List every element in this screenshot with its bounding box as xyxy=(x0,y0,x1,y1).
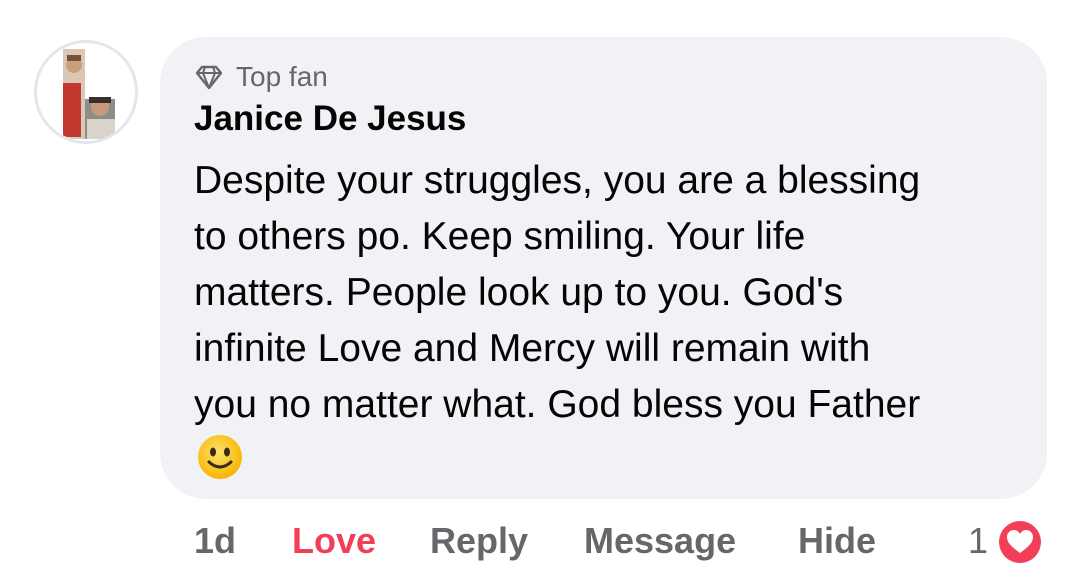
avatar-image xyxy=(37,43,135,141)
comment-text: Despite your struggles, you are a blessi… xyxy=(194,153,1034,433)
comment-line: you no matter what. God bless you Father xyxy=(194,383,921,426)
author-name[interactable]: Janice De Jesus xyxy=(194,99,466,139)
badge-label: Top fan xyxy=(236,61,328,92)
love-button[interactable]: Love xyxy=(292,520,376,562)
diamond-icon xyxy=(194,62,224,92)
top-fan-badge[interactable]: Top fan xyxy=(194,59,328,95)
avatar[interactable] xyxy=(34,40,138,144)
comment-line: Despite your struggles, you are a blessi… xyxy=(194,159,921,202)
comment-actions: 1d Love Reply Message Hide 1 xyxy=(0,516,1080,566)
hide-button[interactable]: Hide xyxy=(798,520,876,562)
comment-bubble: Top fan Janice De Jesus Despite your str… xyxy=(160,37,1047,499)
message-button[interactable]: Message xyxy=(584,520,736,562)
comment-line: infinite Love and Mercy will remain with xyxy=(194,327,871,370)
heart-reaction-icon[interactable] xyxy=(994,516,1046,568)
reply-button[interactable]: Reply xyxy=(430,520,528,562)
slightly-smiling-face-emoji xyxy=(196,433,244,481)
timestamp[interactable]: 1d xyxy=(194,520,236,562)
comment-line: to others po. Keep smiling. Your life xyxy=(194,215,806,258)
comment-line: matters. People look up to you. God's xyxy=(194,271,844,314)
reaction-count[interactable]: 1 xyxy=(968,520,988,562)
comment-container: Top fan Janice De Jesus Despite your str… xyxy=(0,0,1080,580)
